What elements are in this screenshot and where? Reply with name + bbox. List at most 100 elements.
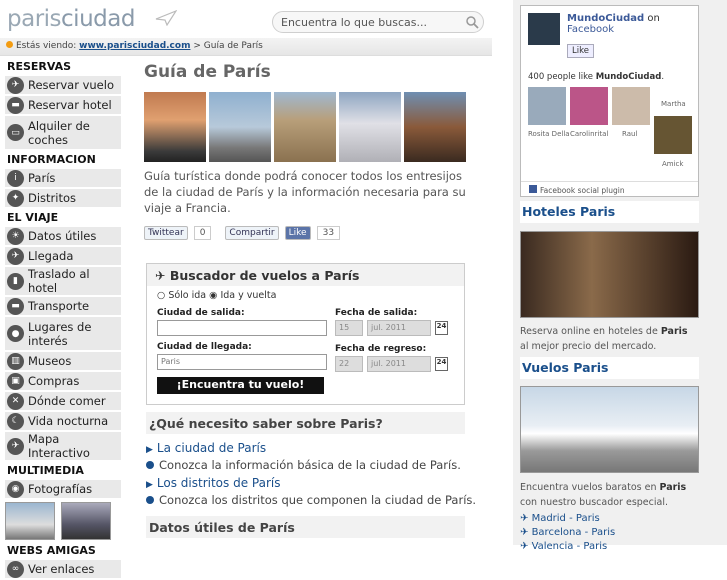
sidebar-item-traslado[interactable]: ▮ Traslado al hotel (5, 267, 121, 295)
like-count: 33 (316, 226, 341, 240)
hotels-text: Reserva online en hoteles de Paris al me… (520, 326, 688, 352)
photo-sacre-coeur[interactable] (339, 92, 401, 162)
sidebar-item-donde-comer[interactable]: ✕ Dónde comer (5, 392, 121, 410)
sidebar-item-vida-nocturna[interactable]: ☾ Vida nocturna (5, 412, 121, 430)
thumb-metro-station[interactable] (61, 502, 111, 540)
face-name: Raul (622, 130, 638, 138)
section-el-viaje: EL VIAJE (7, 211, 59, 224)
return-month-select[interactable]: jul. 2011 (367, 356, 431, 372)
social-buttons: Twittear 0 Compartir Like 33 (144, 225, 468, 241)
twitter-count: 0 (193, 226, 212, 240)
datos-utiles-heading: Datos útiles de París (146, 516, 465, 538)
share-button[interactable]: Compartir (225, 226, 279, 240)
main-content: Guía de París Guía turística donde podrá… (144, 62, 468, 241)
photo-thumbs (5, 500, 121, 542)
arrow-right-icon: ▶ (146, 445, 153, 455)
twitter-button[interactable]: Twittear (144, 226, 188, 240)
hotels-heading[interactable]: Hoteles Paris (520, 201, 699, 223)
flight-search-title: ✈ Buscador de vuelos a París (147, 264, 464, 286)
sidebar-item-llegada[interactable]: ✈ Llegada (5, 247, 121, 265)
facebook-social-plugin: Facebook social plugin (521, 181, 698, 196)
info-ciudad-paris: Conozca la información básica de la ciud… (146, 458, 461, 472)
page-description: Guía turística donde podrá conocer todos… (144, 169, 466, 215)
photo-louvre[interactable] (209, 92, 271, 162)
depart-calendar-icon[interactable]: 24 (435, 321, 448, 335)
building-icon: ▮ (7, 272, 24, 290)
facebook-like-button[interactable]: Like (284, 226, 311, 240)
airplane-photo[interactable] (520, 386, 699, 473)
bed-icon: ▬ (7, 96, 24, 114)
facebook-people-count: 400 people like MundoCiudad. (528, 72, 665, 82)
sidebar: RESERVAS ✈ Reservar vuelo ▬ Reservar hotel… (5, 58, 121, 580)
sidebar-item-lugares[interactable]: ● Lugares de interés (5, 317, 121, 350)
face-name: Martha (661, 100, 686, 108)
sidebar-item-museos[interactable]: ▥ Museos (5, 352, 121, 370)
sidebar-item-alquiler-coches[interactable]: ▭ Alquiler de coches (5, 116, 121, 149)
link-ciudad-paris[interactable]: ▶ La ciudad de París (146, 441, 266, 455)
radio-one-way[interactable]: ○ Sólo ida (157, 290, 206, 301)
compass-icon: ✦ (7, 189, 24, 207)
plane-icon: ✈ (155, 268, 170, 283)
paper-plane-icon (155, 10, 177, 26)
sidebar-item-reservar-vuelo[interactable]: ✈ Reservar vuelo (5, 76, 121, 94)
return-calendar-icon[interactable]: 24 (435, 357, 448, 371)
link-distritos-paris[interactable]: ▶ Los distritos de París (146, 476, 280, 490)
depart-day-select[interactable]: 15 (335, 320, 363, 336)
plane-icon: ✈ (7, 247, 24, 265)
destination-label: Ciudad de llegada: (157, 342, 252, 352)
sidebar-item-distritos[interactable]: ✦ Distritos (5, 189, 121, 207)
sidebar-item-compras[interactable]: ▣ Compras (5, 372, 121, 390)
photo-metro-sign[interactable] (404, 92, 466, 162)
radio-round-trip[interactable]: ◉ Ida y vuelta (209, 290, 276, 301)
hotel-photo[interactable] (520, 231, 699, 318)
facebook-face[interactable] (528, 87, 566, 125)
facebook-face[interactable] (570, 87, 608, 125)
bullet-icon (6, 41, 13, 48)
depart-label: Fecha de salida: (335, 308, 418, 318)
section-multimedia: MULTIMEDIA (7, 464, 84, 477)
return-label: Fecha de regreso: (335, 344, 427, 354)
facebook-face[interactable] (654, 116, 692, 154)
facebook-page-avatar[interactable] (528, 13, 560, 45)
flights-heading[interactable]: Vuelos Paris (520, 357, 699, 379)
facebook-face[interactable] (612, 87, 650, 125)
arrow-right-icon: ▶ (146, 480, 153, 490)
route-link-valencia[interactable]: ✈ Valencia - Paris (520, 541, 607, 552)
header: parisciudad Encuentra lo que buscas... (0, 0, 492, 38)
route-link-madrid[interactable]: ✈ Madrid - Paris (520, 513, 600, 524)
info-icon (146, 496, 154, 504)
origin-field[interactable] (157, 320, 327, 336)
depart-month-select[interactable]: jul. 2011 (367, 320, 431, 336)
breadcrumb: Estás viendo: www.parisciudad.com > Guía… (0, 38, 492, 56)
facebook-like-button[interactable]: Like (567, 44, 594, 58)
photo-strip (144, 92, 468, 162)
route-link-barcelona[interactable]: ✈ Barcelona - Paris (520, 527, 615, 538)
breadcrumb-home-link[interactable]: www.parisciudad.com (79, 41, 190, 51)
thumb-arc-de-triomphe[interactable] (5, 502, 55, 540)
facebook-icon (529, 185, 537, 193)
sidebar-item-ver-enlaces[interactable]: ∞ Ver enlaces (5, 560, 121, 578)
sidebar-item-paris[interactable]: i París (5, 169, 121, 187)
sidebar-item-fotografias[interactable]: ◉ Fotografías (5, 480, 121, 498)
photo-notre-dame[interactable] (274, 92, 336, 162)
photo-eiffel-tower[interactable] (144, 92, 206, 162)
facebook-widget: MundoCiudad on Facebook Like 400 people l… (520, 5, 699, 197)
search-flights-button[interactable]: ¡Encuentra tu vuelo! (157, 377, 324, 394)
plane-icon: ✈ (520, 541, 532, 552)
search-icon[interactable] (465, 15, 479, 29)
sidebar-item-reservar-hotel[interactable]: ▬ Reservar hotel (5, 96, 121, 114)
sidebar-item-mapa[interactable]: ✈ Mapa Interactivo (5, 432, 121, 460)
destination-field[interactable]: Paris (157, 354, 327, 370)
link-icon: ∞ (7, 560, 24, 578)
breadcrumb-current: Guía de París (203, 41, 263, 51)
museum-icon: ▥ (7, 352, 24, 370)
sidebar-item-datos-utiles[interactable]: ☀ Datos útiles (5, 227, 121, 245)
return-day-select[interactable]: 22 (335, 356, 363, 372)
search-input[interactable]: Encuentra lo que buscas... (272, 11, 484, 33)
lightbulb-icon: ☀ (7, 227, 24, 245)
site-logo[interactable]: parisciudad (7, 6, 135, 32)
moon-icon: ☾ (7, 412, 24, 430)
sidebar-item-transporte[interactable]: ▬ Transporte (5, 297, 121, 315)
face-name: Rosita Della (528, 130, 570, 138)
car-icon: ▭ (7, 124, 24, 141)
